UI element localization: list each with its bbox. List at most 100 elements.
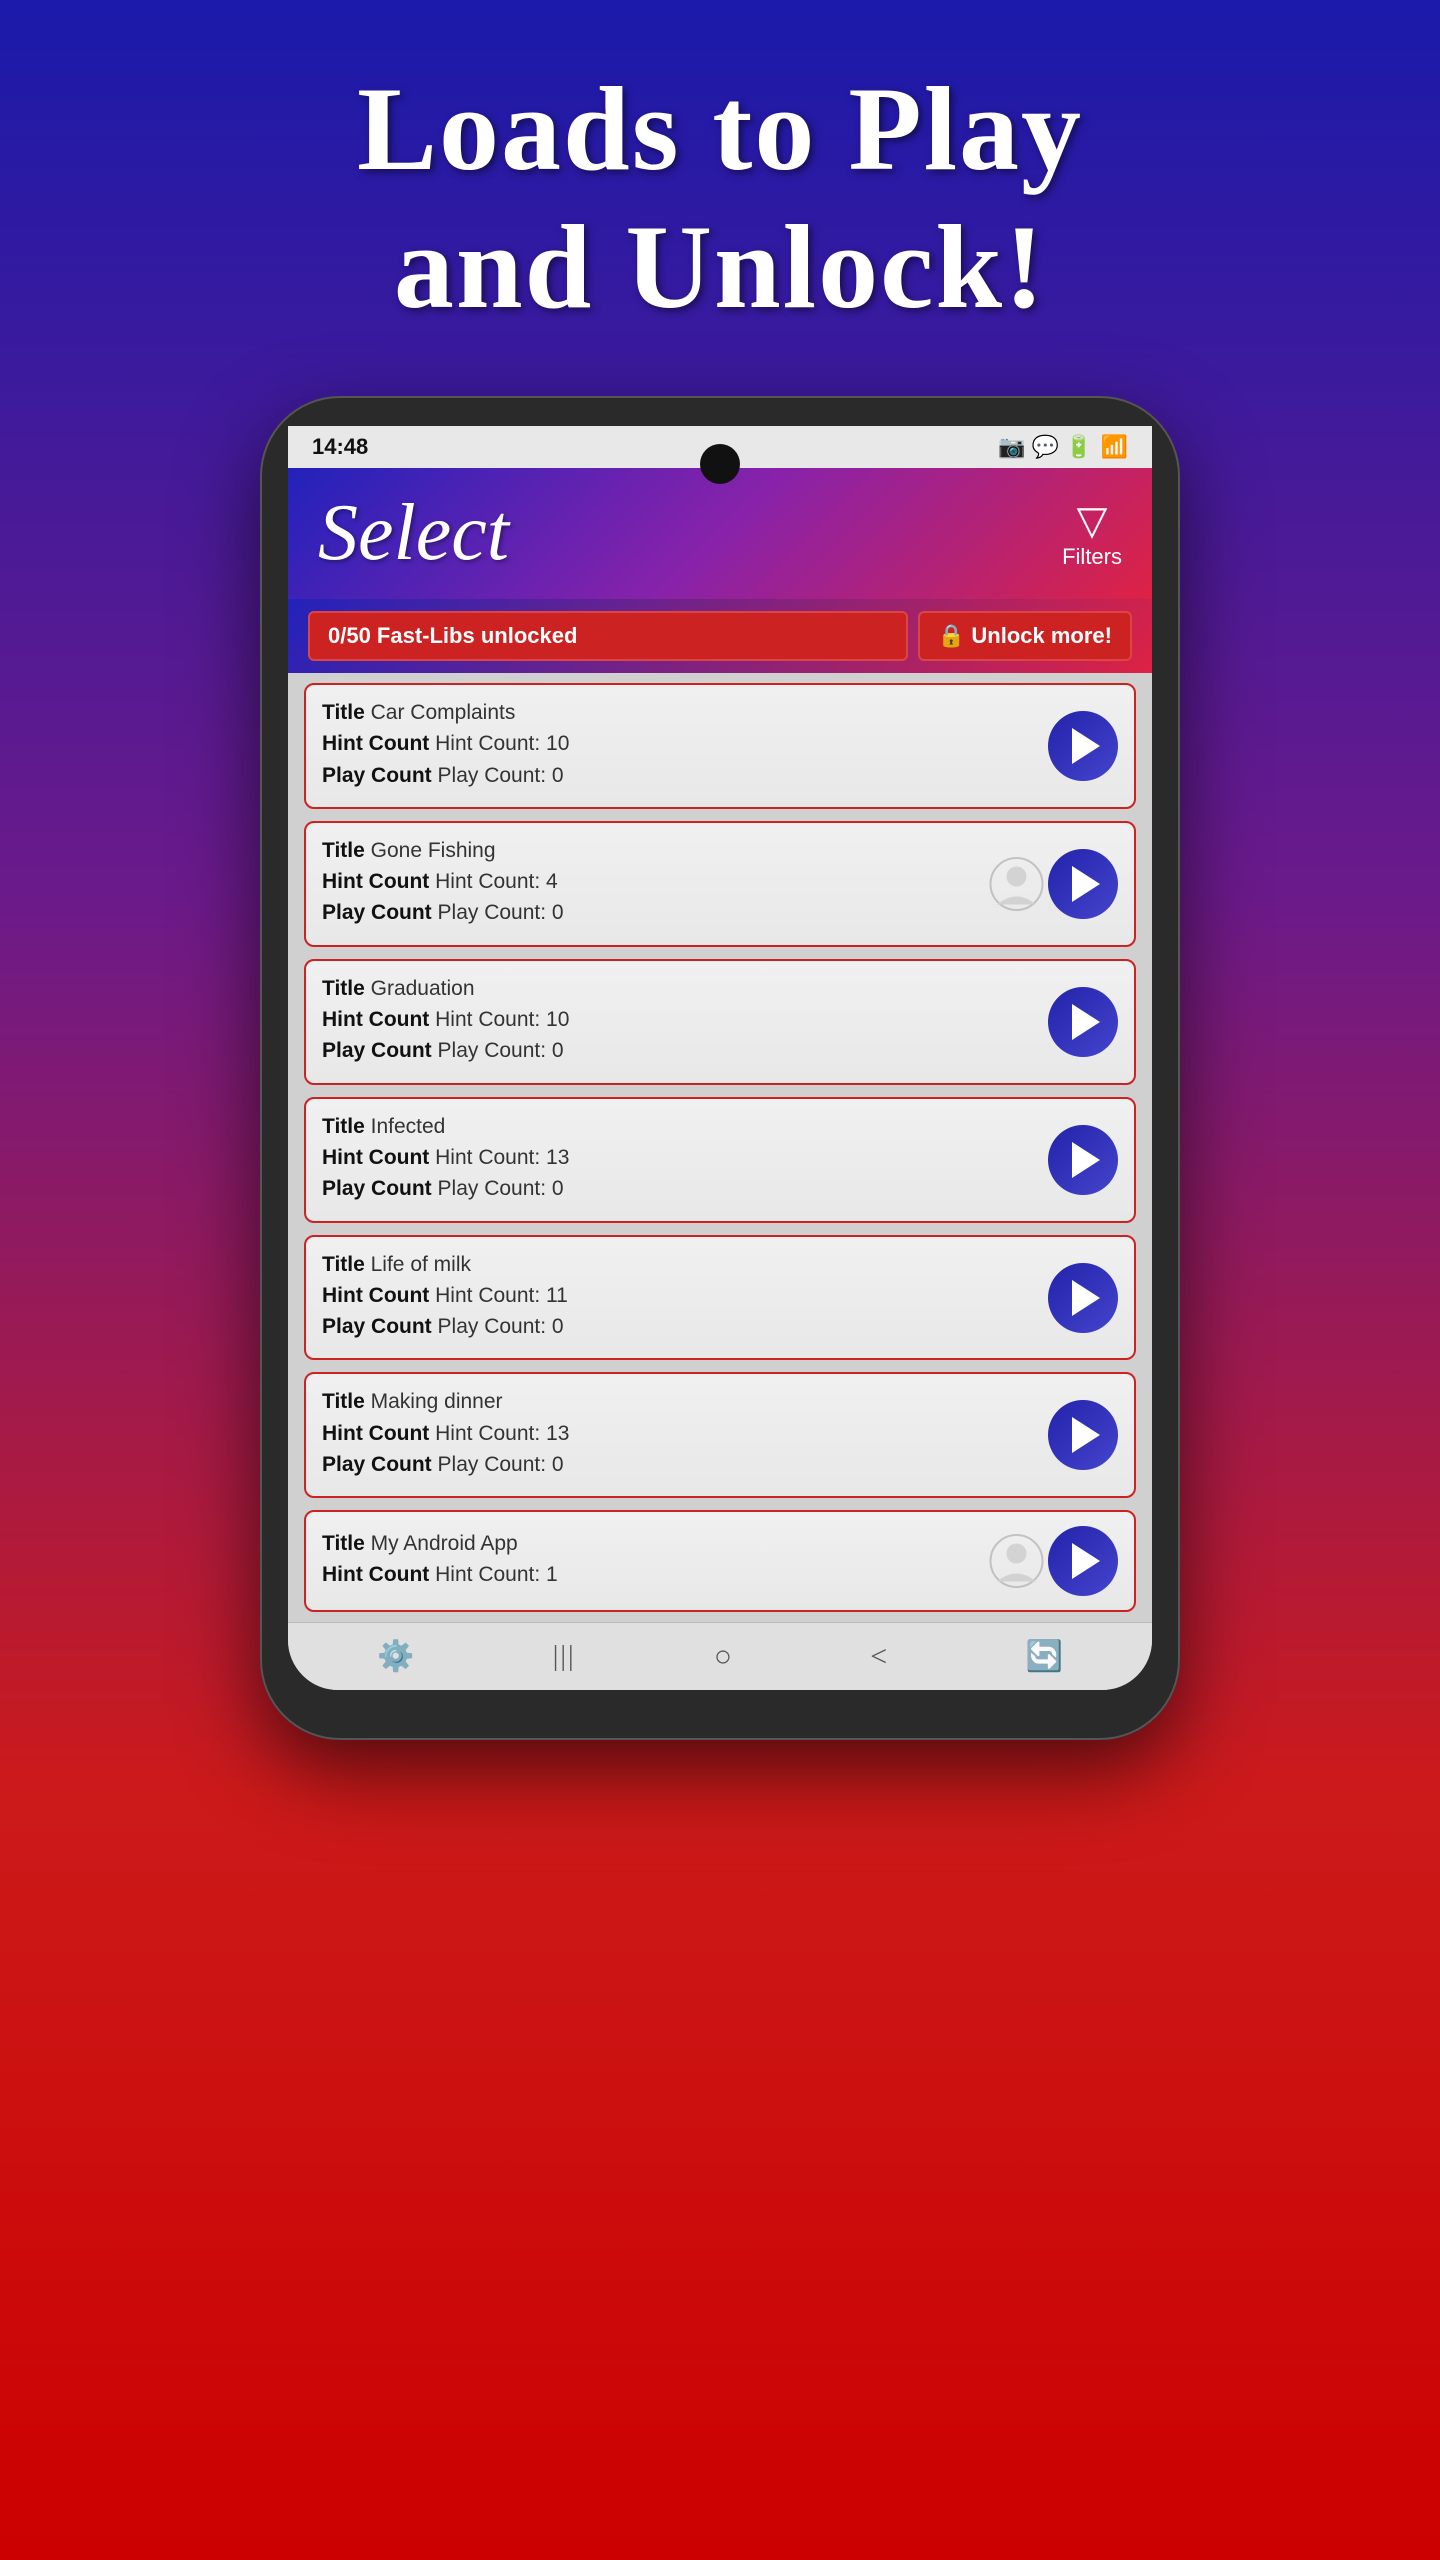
user-created-badge	[989, 856, 1044, 911]
item-title-row: Title My Android App	[322, 1530, 1038, 1557]
filter-label: Filters	[1062, 544, 1122, 570]
play-arrow-icon	[1072, 1280, 1100, 1316]
list-item: Title Making dinner Hint Count Hint Count…	[304, 1372, 1136, 1498]
home-indicator[interactable]: |||	[553, 1641, 576, 1673]
title-label: Title	[322, 839, 371, 862]
play-arrow-icon	[1072, 1417, 1100, 1453]
item-play-row: Play Count Play Count: 0	[322, 1451, 1038, 1478]
back-icon[interactable]: <	[870, 1640, 887, 1674]
item-info: Title Graduation Hint Count Hint Count: 1…	[322, 975, 1038, 1069]
play-label: Play Count	[322, 901, 438, 924]
play-button[interactable]	[1048, 849, 1118, 919]
play-button[interactable]	[1048, 1125, 1118, 1195]
item-title-row: Title Life of milk	[322, 1251, 1038, 1278]
fast-libs-badge: 0/50 Fast-Libs unlocked	[308, 611, 908, 661]
title-label: Title	[322, 701, 371, 724]
item-play-row: Play Count Play Count: 0	[322, 899, 1038, 926]
list-item: Title Gone Fishing Hint Count Hint Count:…	[304, 821, 1136, 947]
item-info: Title Infected Hint Count Hint Count: 13 P…	[322, 1113, 1038, 1207]
hint-value: Hint Count: 11	[435, 1284, 568, 1307]
recents-icon[interactable]: 🔄	[1026, 1639, 1063, 1674]
hint-value: Hint Count: 10	[435, 732, 569, 755]
title-value: Graduation	[371, 977, 475, 1000]
play-value: Play Count: 0	[438, 901, 564, 924]
hint-value: Hint Count: 13	[435, 1146, 569, 1169]
item-info: Title Car Complaints Hint Count Hint Coun…	[322, 699, 1038, 793]
item-info: Title My Android App Hint Count Hint Coun…	[322, 1530, 1038, 1593]
hint-label: Hint Count	[322, 1422, 435, 1445]
title-label: Title	[322, 1253, 371, 1276]
play-button[interactable]	[1048, 987, 1118, 1057]
item-play-row: Play Count Play Count: 0	[322, 762, 1038, 789]
hint-label: Hint Count	[322, 870, 435, 893]
hint-label: Hint Count	[322, 1008, 435, 1031]
settings-icon[interactable]: ⚙️	[377, 1639, 414, 1674]
list-item: Title Infected Hint Count Hint Count: 13 P…	[304, 1097, 1136, 1223]
item-play-row: Play Count Play Count: 0	[322, 1037, 1038, 1064]
item-title-row: Title Graduation	[322, 975, 1038, 1002]
list-item: Title Life of milkHint Count Hint Count:…	[304, 1235, 1136, 1361]
notification-icons: 📷 💬 🔋	[998, 434, 1092, 460]
play-button[interactable]	[1048, 1400, 1118, 1470]
title-value: Car Complaints	[371, 701, 516, 724]
hint-label: Hint Count	[322, 1563, 435, 1586]
hint-label: Hint Count	[322, 732, 435, 755]
item-title-row: Title Infected	[322, 1113, 1038, 1140]
play-value: Play Count: 0	[438, 764, 564, 787]
nav-bar: ⚙️ ||| ○ < 🔄	[288, 1622, 1152, 1690]
title-value: My Android App	[371, 1532, 518, 1555]
item-info: Title Gone Fishing Hint Count Hint Count:…	[322, 837, 1038, 931]
title-value: Life of milk	[371, 1253, 471, 1276]
content-list: Title Car Complaints Hint Count Hint Coun…	[288, 673, 1152, 1622]
phone-wrapper: 14:48 📷 💬 🔋 📶 Select ▽ Filters 0/50 Fast…	[260, 396, 1180, 1740]
play-button[interactable]	[1048, 1526, 1118, 1596]
phone-camera	[700, 444, 740, 484]
title-value: Gone Fishing	[371, 839, 496, 862]
play-value: Play Count: 0	[438, 1315, 564, 1338]
title-value: Making dinner	[371, 1390, 503, 1413]
unlock-more-button[interactable]: 🔒 Unlock more!	[918, 611, 1132, 661]
user-created-badge	[989, 1534, 1044, 1589]
signal-icons: 📶	[1101, 434, 1128, 460]
item-title-row: Title Making dinner	[322, 1388, 1038, 1415]
item-info: Title Making dinner Hint Count Hint Count…	[322, 1388, 1038, 1482]
play-arrow-icon	[1072, 866, 1100, 902]
app-title: Select	[318, 488, 509, 579]
list-item: Title Car Complaints Hint Count Hint Coun…	[304, 683, 1136, 809]
hint-value: Hint Count: 1	[435, 1563, 558, 1586]
play-value: Play Count: 0	[438, 1177, 564, 1200]
title-label: Title	[322, 1532, 371, 1555]
item-hint-row: Hint Count Hint Count: 10	[322, 1006, 1038, 1033]
play-arrow-icon	[1072, 1004, 1100, 1040]
status-icons: 📷 💬 🔋 📶	[998, 434, 1128, 460]
item-play-row: Play Count Play Count: 0	[322, 1175, 1038, 1202]
title-label: Title	[322, 1115, 371, 1138]
play-button[interactable]	[1048, 1263, 1118, 1333]
item-hint-row: Hint Count Hint Count: 13	[322, 1420, 1038, 1447]
filter-icon: ▽	[1077, 497, 1108, 544]
hint-value: Hint Count: 13	[435, 1422, 569, 1445]
item-title-row: Title Car Complaints	[322, 699, 1038, 726]
hint-label: Hint Count	[322, 1146, 435, 1169]
play-label: Play Count	[322, 1177, 438, 1200]
play-value: Play Count: 0	[438, 1453, 564, 1476]
list-item: Title Graduation Hint Count Hint Count: 1…	[304, 959, 1136, 1085]
filter-button[interactable]: ▽ Filters	[1062, 497, 1122, 570]
item-play-row: Play Count Play Count: 0	[322, 1313, 1038, 1340]
home-circle-icon[interactable]: ○	[714, 1640, 732, 1674]
play-arrow-icon	[1072, 1543, 1100, 1579]
hint-value: Hint Count: 10	[435, 1008, 569, 1031]
title-label: Title	[322, 977, 371, 1000]
title-label: Title	[322, 1390, 371, 1413]
item-info: Title Life of milkHint Count Hint Count:…	[322, 1251, 1038, 1345]
item-hint-row: Hint Count Hint Count: 13	[322, 1144, 1038, 1171]
hint-value: Hint Count: 4	[435, 870, 558, 893]
title-value: Infected	[371, 1115, 446, 1138]
item-hint-row: Hint Count Hint Count: 4	[322, 868, 1038, 895]
play-button[interactable]	[1048, 711, 1118, 781]
item-hint-row: Hint Count Hint Count: 1	[322, 1561, 1038, 1588]
phone-screen: Select ▽ Filters 0/50 Fast-Libs unlocked…	[288, 468, 1152, 1690]
item-hint-row: Hint Count Hint Count: 10	[322, 730, 1038, 757]
play-arrow-icon	[1072, 1142, 1100, 1178]
play-label: Play Count	[322, 1039, 438, 1062]
